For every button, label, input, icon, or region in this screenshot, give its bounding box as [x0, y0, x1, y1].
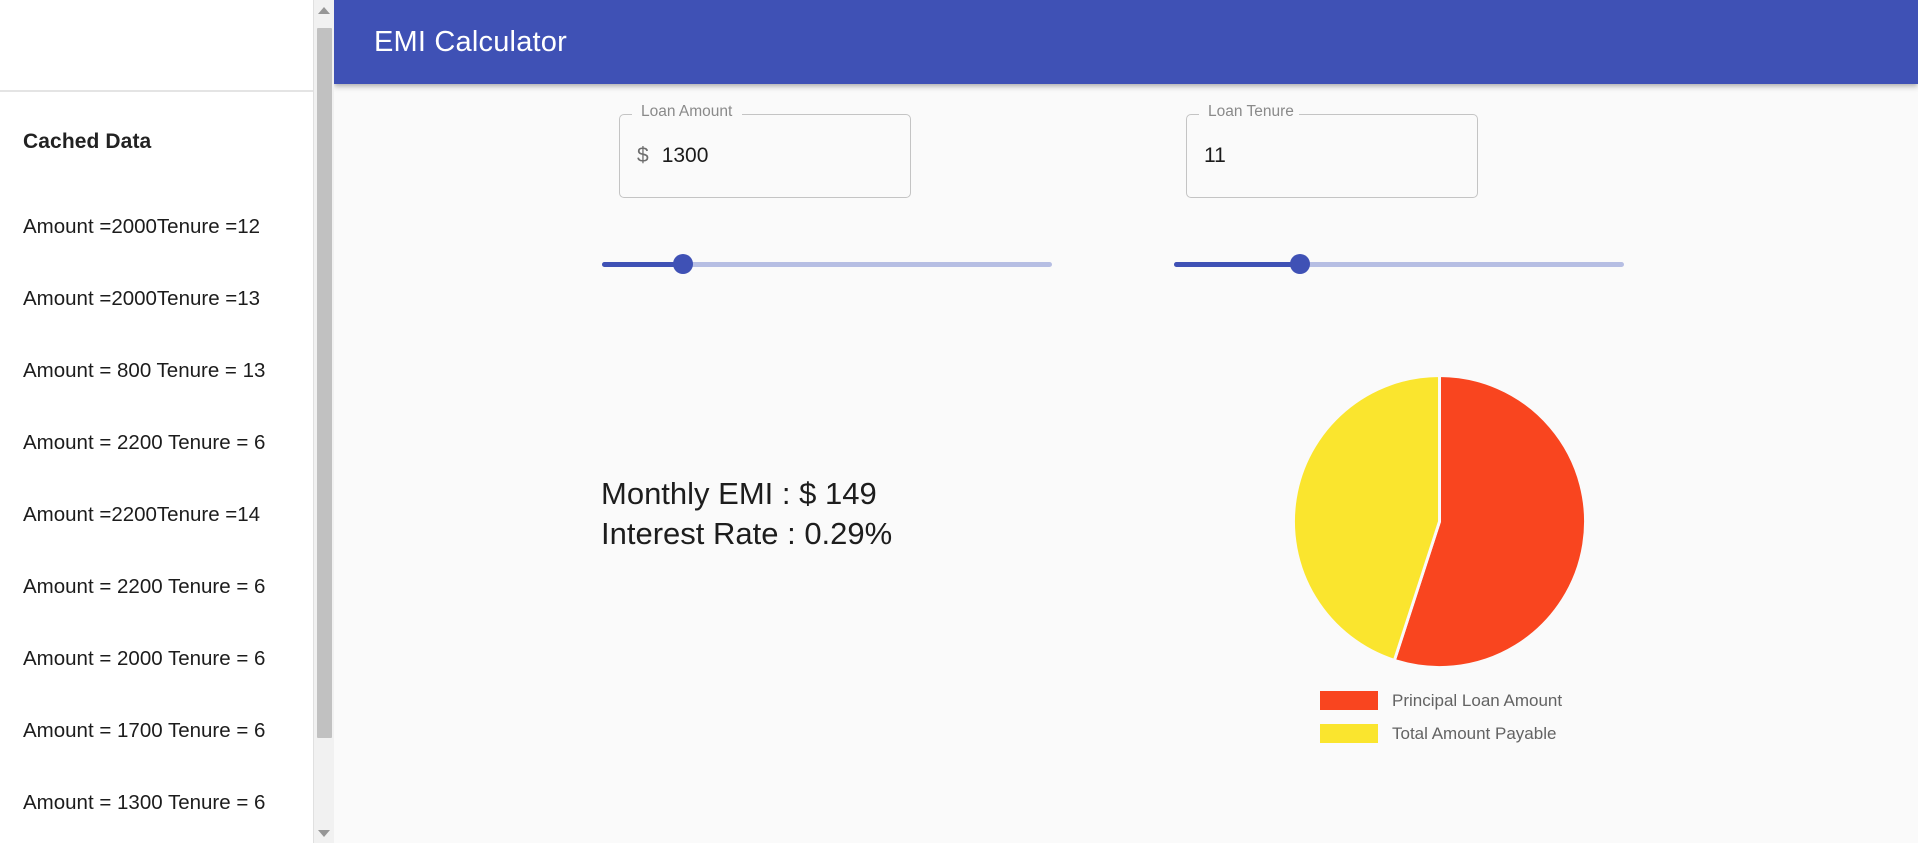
legend-item: Total Amount Payable [1320, 717, 1562, 750]
pie-chart-svg [1292, 374, 1587, 669]
loan-tenure-label: Loan Tenure [1208, 103, 1294, 120]
cached-data-title: Cached Data [23, 130, 152, 153]
loan-amount-label: Loan Amount [641, 103, 733, 120]
app-bar: EMI Calculator [334, 0, 1918, 84]
legend-swatch-total [1320, 724, 1378, 743]
calculator-content: Loan Amount $ Loan Tenure [334, 84, 1918, 843]
list-item[interactable]: Amount = 800 Tenure = 13 [0, 335, 334, 407]
page-title: EMI Calculator [374, 25, 567, 58]
chart-legend: Principal Loan Amount Total Amount Payab… [1320, 684, 1562, 750]
legend-swatch-principal [1320, 691, 1378, 710]
list-item[interactable]: Amount = 2200 Tenure = 6 [0, 551, 334, 623]
loan-amount-slider[interactable] [602, 249, 1052, 279]
panel-top-spacer [0, 0, 334, 92]
dollar-icon: $ [637, 144, 649, 167]
loan-amount-input[interactable] [661, 144, 893, 168]
interest-rate-text: Interest Rate : 0.29% [601, 515, 893, 551]
results-block: Monthly EMI : $ 149 Interest Rate : 0.29… [601, 474, 892, 553]
list-item[interactable]: Amount =2000Tenure =13 [0, 263, 334, 335]
list-item[interactable]: Amount =2000Tenure =12 [0, 191, 334, 263]
slider-track [602, 261, 683, 267]
legend-label-principal: Principal Loan Amount [1392, 690, 1563, 710]
scroll-up-arrow-icon[interactable] [314, 0, 334, 20]
emi-calculator-app: EMI Calculator Loan Amount $ Loan Tenure [334, 0, 1918, 843]
emi-pie-chart: Principal Loan Amount Total Amount Payab… [1252, 374, 1672, 774]
list-item[interactable]: Amount = 1300 Tenure = 6 [0, 767, 334, 839]
loan-tenure-slider[interactable] [1174, 249, 1624, 279]
slider-track [1174, 261, 1300, 267]
slider-thumb[interactable] [1290, 254, 1310, 274]
list-item[interactable]: Amount = 2000 Tenure = 6 [0, 623, 334, 695]
app-root: Cached Data Amount =2000Tenure =12 Amoun… [0, 0, 1918, 843]
loan-tenure-field[interactable]: Loan Tenure [1186, 104, 1478, 198]
loan-tenure-input[interactable] [1204, 144, 1460, 168]
list-item[interactable]: Amount =2200Tenure =14 [0, 479, 334, 551]
list-item[interactable]: Amount = 2200 Tenure = 6 [0, 407, 334, 479]
cached-data-panel: Cached Data Amount =2000Tenure =12 Amoun… [0, 0, 334, 843]
loan-amount-field[interactable]: Loan Amount $ [619, 104, 911, 198]
monthly-emi-text: Monthly EMI : $ 149 [601, 476, 877, 511]
cached-data-list: Amount =2000Tenure =12 Amount =2000Tenur… [0, 191, 334, 839]
list-item[interactable]: Amount = 1700 Tenure = 6 [0, 695, 334, 767]
legend-item: Principal Loan Amount [1320, 684, 1562, 717]
scroll-down-arrow-icon[interactable] [314, 823, 334, 843]
scrollbar-thumb[interactable] [317, 28, 332, 738]
legend-label-total: Total Amount Payable [1392, 723, 1557, 743]
panel-scrollbar[interactable] [313, 0, 334, 843]
slider-thumb[interactable] [673, 254, 693, 274]
cached-data-body: Cached Data Amount =2000Tenure =12 Amoun… [0, 92, 334, 839]
